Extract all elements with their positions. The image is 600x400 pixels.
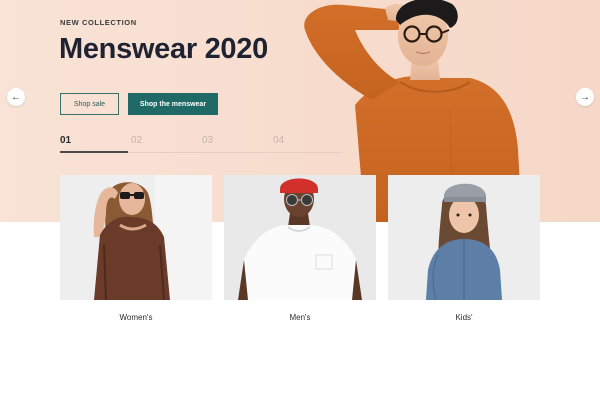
page: NEW COLLECTION Menswear 2020 Shop sale S…	[0, 0, 600, 400]
slide-step-3[interactable]: 03	[202, 135, 213, 146]
category-card-men[interactable]: Men's	[224, 175, 376, 322]
hero-title: Menswear 2020	[59, 33, 268, 65]
hero-eyebrow: NEW COLLECTION	[60, 18, 137, 27]
category-card-women[interactable]: Women's	[60, 175, 212, 322]
slide-progress-fill	[60, 151, 128, 153]
carousel-next-button[interactable]: →	[576, 88, 594, 106]
shop-menswear-button[interactable]: Shop the menswear	[128, 93, 218, 115]
carousel-prev-button[interactable]: ←	[7, 88, 25, 106]
category-label-men[interactable]: Men's	[224, 313, 376, 322]
slide-step-4[interactable]: 04	[273, 135, 284, 146]
category-label-kids[interactable]: Kids'	[388, 313, 540, 322]
category-label-women[interactable]: Women's	[60, 313, 212, 322]
arrow-left-icon: ←	[11, 91, 21, 103]
women-category-image	[60, 175, 212, 301]
arrow-right-icon: →	[580, 91, 590, 103]
slide-step-1[interactable]: 01	[60, 135, 71, 146]
shop-sale-button[interactable]: Shop sale	[60, 93, 119, 115]
men-category-image	[224, 175, 376, 300]
category-card-kids[interactable]: Kids'	[388, 175, 540, 322]
kids-category-image	[388, 175, 540, 301]
slide-step-2[interactable]: 02	[131, 135, 142, 146]
